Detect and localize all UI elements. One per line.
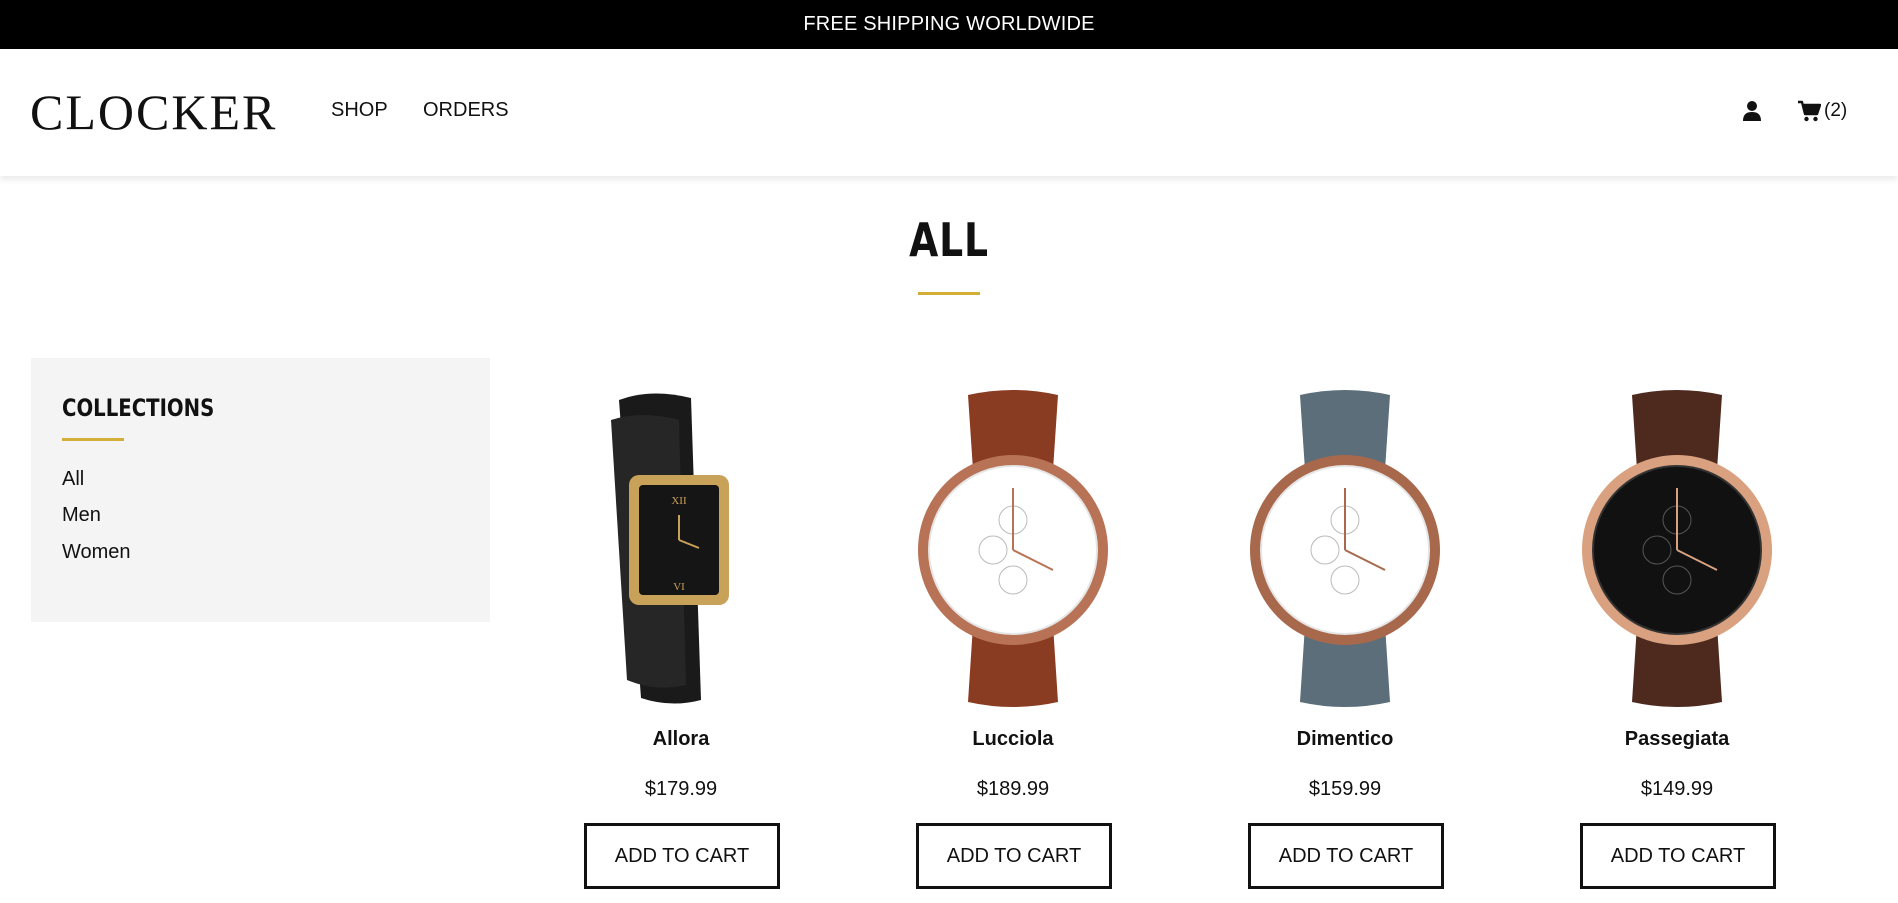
product-price: $189.99 xyxy=(976,778,1050,800)
product-card: Passegiata $149.99 ADD TO CART xyxy=(1577,380,1777,890)
shopping-cart-icon xyxy=(1798,100,1821,122)
product-card: Dimentico $159.99 ADD TO CART xyxy=(1245,380,1445,890)
product-image[interactable] xyxy=(1245,380,1445,710)
cart-count: (2) xyxy=(1824,100,1848,121)
collections-sidebar: COLLECTIONS All Men Women xyxy=(31,358,490,622)
svg-text:VI: VI xyxy=(673,581,685,593)
product-name[interactable]: Lucciola xyxy=(883,728,1143,751)
product-card: XII VI Allora $179.99 ADD TO CART xyxy=(581,380,781,890)
svg-text:XII: XII xyxy=(671,495,687,507)
product-price: $179.99 xyxy=(644,778,718,800)
add-to-cart-button[interactable]: ADD TO CART xyxy=(1248,823,1444,889)
page-title: ALL xyxy=(909,213,989,267)
product-name[interactable]: Passegiata xyxy=(1547,728,1807,751)
product-image[interactable]: XII VI xyxy=(581,380,781,710)
sidebar-title: COLLECTIONS xyxy=(62,394,215,422)
user-icon[interactable] xyxy=(1741,100,1763,122)
collection-men[interactable]: Men xyxy=(62,504,101,527)
add-to-cart-button[interactable]: ADD TO CART xyxy=(916,823,1112,889)
site-logo[interactable]: CLOCKER xyxy=(30,83,277,141)
add-to-cart-button[interactable]: ADD TO CART xyxy=(584,823,780,889)
shipping-banner-text: FREE SHIPPING WORLDWIDE xyxy=(803,13,1095,35)
sidebar-underline xyxy=(62,438,124,441)
nav-shop[interactable]: SHOP xyxy=(331,99,388,122)
product-name[interactable]: Allora xyxy=(551,728,811,751)
title-underline xyxy=(918,292,980,295)
product-image[interactable] xyxy=(913,380,1113,710)
collection-women[interactable]: Women xyxy=(62,541,131,564)
add-to-cart-button[interactable]: ADD TO CART xyxy=(1580,823,1776,889)
product-price: $149.99 xyxy=(1640,778,1714,800)
product-price: $159.99 xyxy=(1308,778,1382,800)
shipping-banner: FREE SHIPPING WORLDWIDE xyxy=(0,0,1898,49)
product-name[interactable]: Dimentico xyxy=(1215,728,1475,751)
collection-all[interactable]: All xyxy=(62,468,84,491)
product-card: Lucciola $189.99 ADD TO CART xyxy=(913,380,1113,890)
cart-button[interactable]: (2) xyxy=(1797,98,1847,124)
site-header: CLOCKER SHOP ORDERS (2) xyxy=(0,49,1898,176)
nav-orders[interactable]: ORDERS xyxy=(423,99,509,122)
product-image[interactable] xyxy=(1577,380,1777,710)
